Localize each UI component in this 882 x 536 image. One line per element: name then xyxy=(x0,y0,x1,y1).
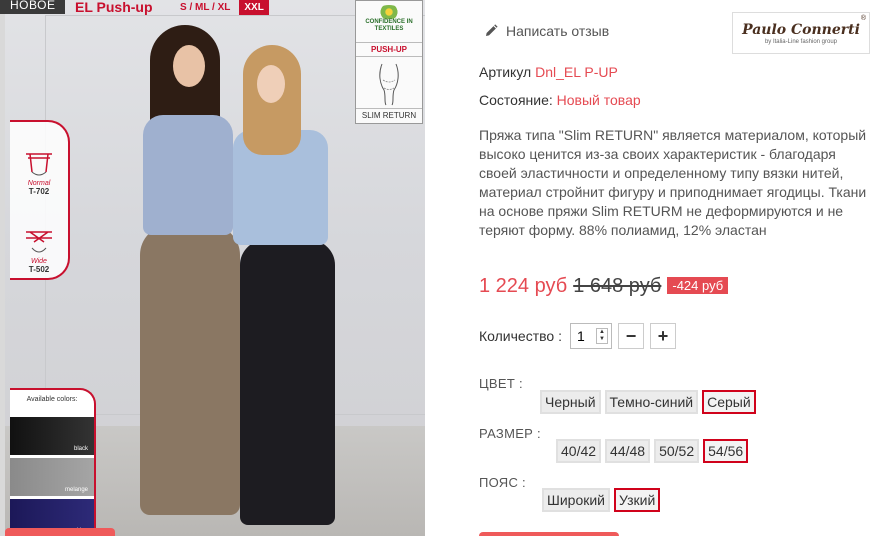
swatch-melange: melange xyxy=(10,458,94,496)
gallery-bottom-tab[interactable] xyxy=(5,528,115,536)
registered-mark: ® xyxy=(860,15,866,22)
write-review-link[interactable]: Написать отзыв xyxy=(484,23,609,39)
product-gallery: EL Push-up S / ML / XL XXL CONFIDENCE IN… xyxy=(0,0,452,536)
quantity-increase-button[interactable]: + xyxy=(649,323,676,349)
size-tag-xxl: XXL xyxy=(239,0,269,15)
spinner-down-icon[interactable]: ▼ xyxy=(599,336,605,343)
size-option-44-48[interactable]: 44/48 xyxy=(605,439,651,463)
current-price: 1 224 руб xyxy=(479,275,568,297)
size-option-40-42[interactable]: 40/42 xyxy=(556,439,602,463)
swatch-name: melange xyxy=(64,487,88,493)
slim-return-label: SLIM RETURN xyxy=(361,111,417,120)
available-colors-title: Available colors: xyxy=(26,396,78,403)
color-options: Черный Темно-синий Серый xyxy=(540,390,760,414)
price-row: 1 224 руб 1 648 руб -424 руб xyxy=(479,275,729,298)
available-colors-panel: Available colors: black melange navy-blu… xyxy=(10,388,96,536)
model-1-face xyxy=(173,45,205,87)
color-option-navy[interactable]: Темно-синий xyxy=(604,390,699,414)
swatch-black: black xyxy=(10,417,94,455)
model-1-leggings xyxy=(140,225,240,515)
product-series-title: EL Push-up xyxy=(75,0,153,15)
condition-row: Состояние: Новый товар xyxy=(479,92,641,108)
old-price: 1 648 руб xyxy=(573,275,662,297)
swatch-name: black xyxy=(73,446,88,452)
textile-certificate: CONFIDENCE IN TEXTILES xyxy=(356,1,422,43)
certificate-text: CONFIDENCE IN TEXTILES xyxy=(365,19,413,32)
size-tag: S / ML / XL xyxy=(180,2,231,13)
fit-wide-icon xyxy=(26,231,52,253)
pencil-icon xyxy=(484,24,498,38)
fit-normal-icon xyxy=(26,153,52,176)
size-options: 40/42 44/48 50/52 54/56 xyxy=(556,439,752,463)
new-badge: НОВОЕ xyxy=(0,0,66,14)
condition-label: Состояние: xyxy=(479,92,553,108)
fit-normal: Normal T-702 xyxy=(10,122,68,200)
write-review-label: Написать отзыв xyxy=(506,23,610,39)
sku-value: Dnl_EL P-UP xyxy=(535,64,618,80)
size-option-54-56[interactable]: 54/56 xyxy=(703,439,749,463)
fit-code: T-702 xyxy=(28,187,50,196)
color-option-black[interactable]: Черный xyxy=(540,390,601,414)
belt-option-label: ПОЯС : xyxy=(479,475,526,490)
model-2-leggings xyxy=(240,240,335,525)
size-tags: S / ML / XL XXL xyxy=(175,0,269,15)
push-up-label: PUSH-UP xyxy=(356,43,422,57)
waist-fit-panel: Normal T-702 Wide T-502 xyxy=(10,120,70,280)
brand-logo[interactable]: Paulo Connerti by Italia-Line fashion gr… xyxy=(732,12,870,54)
spinner-up-icon[interactable]: ▲ xyxy=(599,329,605,336)
quantity-label: Количество : xyxy=(479,328,562,344)
product-description: Пряжа типа "Slim RETURN" является матери… xyxy=(479,127,867,238)
quantity-decrease-button[interactable]: − xyxy=(617,323,644,349)
product-info: Написать отзыв Paulo Connerti by Italia-… xyxy=(452,0,882,536)
fit-wide: Wide T-502 xyxy=(10,200,68,278)
color-option-label: ЦВЕТ : xyxy=(479,376,523,391)
size-option-label: РАЗМЕР : xyxy=(479,426,541,441)
model-2-face xyxy=(257,65,285,103)
fit-code: T-502 xyxy=(28,265,50,274)
product-photo[interactable]: EL Push-up S / ML / XL XXL CONFIDENCE IN… xyxy=(5,0,425,536)
certificate-flower-icon xyxy=(377,5,401,19)
add-to-cart-button[interactable] xyxy=(479,532,619,536)
sku-row: Артикул Dnl_EL P-UP xyxy=(479,64,618,80)
fit-caption: Wide xyxy=(31,258,47,265)
color-option-grey[interactable]: Серый xyxy=(702,390,756,414)
quantity-value[interactable]: 1 xyxy=(571,328,596,344)
fit-caption: Normal xyxy=(27,180,51,187)
brand-logo-subtitle: by Italia-Line fashion group xyxy=(764,38,838,45)
quantity-input[interactable]: 1 ▲ ▼ xyxy=(569,323,612,349)
brand-logo-name: Paulo Connerti xyxy=(742,21,860,38)
size-option-50-52[interactable]: 50/52 xyxy=(654,439,700,463)
belt-options: Широкий Узкий xyxy=(542,488,664,512)
belt-option-wide[interactable]: Широкий xyxy=(542,488,610,512)
discount-badge: -424 руб xyxy=(667,277,729,294)
quantity-row: Количество : 1 ▲ ▼ − + xyxy=(479,323,676,349)
certification-box: CONFIDENCE IN TEXTILES PUSH-UP SLIM RETU… xyxy=(355,0,423,124)
model-1-top xyxy=(143,115,233,235)
sku-label: Артикул xyxy=(479,64,532,80)
condition-value: Новый товар xyxy=(556,92,641,108)
body-sketch-icon xyxy=(356,57,422,109)
belt-option-narrow[interactable]: Узкий xyxy=(614,488,661,512)
quantity-spinner[interactable]: ▲ ▼ xyxy=(595,328,608,344)
